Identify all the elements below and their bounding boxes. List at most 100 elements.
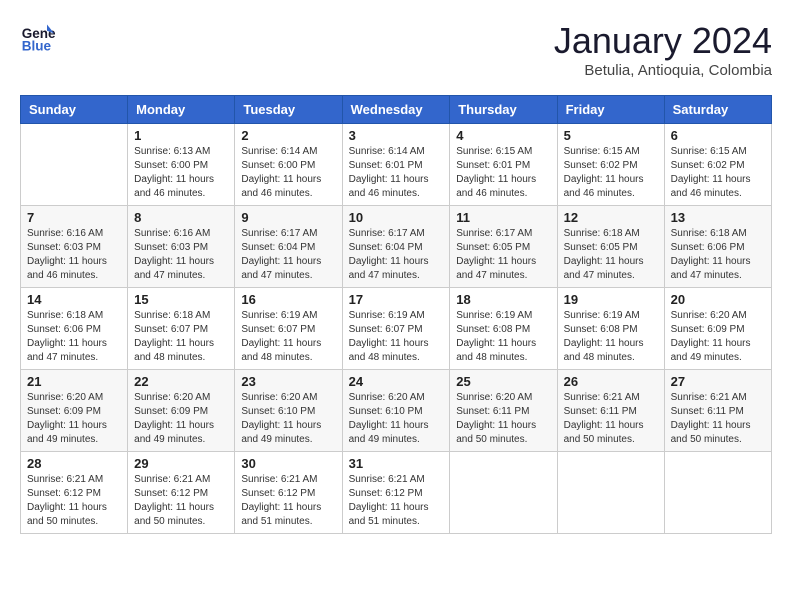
day-info: Sunrise: 6:18 AM Sunset: 6:06 PM Dayligh… — [27, 309, 121, 365]
calendar-day: 27Sunrise: 6:21 AM Sunset: 6:11 PM Dayli… — [664, 370, 771, 452]
svg-text:Blue: Blue — [22, 39, 52, 54]
calendar-day — [21, 124, 128, 206]
day-number: 17 — [349, 292, 444, 307]
calendar-day: 22 Sunrise: 6:20 AM Sunset: 6:09 PM Dayli… — [128, 370, 235, 452]
day-number: 10 — [349, 210, 444, 225]
day-number: 16 — [241, 292, 335, 307]
day-info: Sunrise: 6:18 AM Sunset: 6:06 PM Dayligh… — [671, 227, 765, 283]
day-number: 6 — [671, 128, 765, 143]
calendar-day: 25Sunrise: 6:20 AM Sunset: 6:11 PM Dayli… — [450, 370, 557, 452]
calendar-day: 14 Sunrise: 6:18 AM Sunset: 6:06 PM Dayli… — [21, 288, 128, 370]
calendar-day: 7 Sunrise: 6:16 AM Sunset: 6:03 PM Daylig… — [21, 206, 128, 288]
calendar-day: 19Sunrise: 6:19 AM Sunset: 6:08 PM Dayli… — [557, 288, 664, 370]
day-number: 11 — [456, 210, 550, 225]
calendar-day: 1 Sunrise: 6:13 AM Sunset: 6:00 PM Daylig… — [128, 124, 235, 206]
day-header-wednesday: Wednesday — [342, 96, 450, 124]
day-info: Sunrise: 6:17 AM Sunset: 6:05 PM Dayligh… — [456, 227, 550, 283]
day-number: 30 — [241, 456, 335, 471]
day-number: 31 — [349, 456, 444, 471]
calendar-day: 6 Sunrise: 6:15 AM Sunset: 6:02 PM Daylig… — [664, 124, 771, 206]
calendar-day: 23 Sunrise: 6:20 AM Sunset: 6:10 PM Dayli… — [235, 370, 342, 452]
day-header-friday: Friday — [557, 96, 664, 124]
day-header-sunday: Sunday — [21, 96, 128, 124]
day-info: Sunrise: 6:19 AM Sunset: 6:08 PM Dayligh… — [456, 309, 550, 365]
day-info: Sunrise: 6:15 AM Sunset: 6:02 PM Dayligh… — [671, 145, 765, 201]
day-number: 2 — [241, 128, 335, 143]
day-info: Sunrise: 6:20 AM Sunset: 6:09 PM Dayligh… — [134, 391, 228, 447]
day-number: 13 — [671, 210, 765, 225]
logo-icon: General Blue — [20, 20, 56, 56]
day-number: 8 — [134, 210, 228, 225]
day-header-saturday: Saturday — [664, 96, 771, 124]
day-number: 20 — [671, 292, 765, 307]
calendar-day — [450, 452, 557, 534]
day-number: 15 — [134, 292, 228, 307]
day-number: 21 — [27, 374, 121, 389]
day-info: Sunrise: 6:13 AM Sunset: 6:00 PM Dayligh… — [134, 145, 228, 201]
day-info: Sunrise: 6:20 AM Sunset: 6:11 PM Dayligh… — [456, 391, 550, 447]
day-info: Sunrise: 6:16 AM Sunset: 6:03 PM Dayligh… — [134, 227, 228, 283]
day-number: 26 — [564, 374, 658, 389]
calendar-week-5: 28 Sunrise: 6:21 AM Sunset: 6:12 PM Dayli… — [21, 452, 772, 534]
calendar-day: 4Sunrise: 6:15 AM Sunset: 6:01 PM Daylig… — [450, 124, 557, 206]
day-number: 14 — [27, 292, 121, 307]
calendar-day: 28 Sunrise: 6:21 AM Sunset: 6:12 PM Dayli… — [21, 452, 128, 534]
calendar-day: 20 Sunrise: 6:20 AM Sunset: 6:09 PM Dayli… — [664, 288, 771, 370]
day-info: Sunrise: 6:19 AM Sunset: 6:07 PM Dayligh… — [241, 309, 335, 365]
day-number: 24 — [349, 374, 444, 389]
calendar-day: 29 Sunrise: 6:21 AM Sunset: 6:12 PM Dayli… — [128, 452, 235, 534]
calendar-day: 18 Sunrise: 6:19 AM Sunset: 6:08 PM Dayli… — [450, 288, 557, 370]
calendar-day: 30 Sunrise: 6:21 AM Sunset: 6:12 PM Dayli… — [235, 452, 342, 534]
calendar-day: 2 Sunrise: 6:14 AM Sunset: 6:00 PM Daylig… — [235, 124, 342, 206]
calendar-day: 9Sunrise: 6:17 AM Sunset: 6:04 PM Daylig… — [235, 206, 342, 288]
day-number: 28 — [27, 456, 121, 471]
day-info: Sunrise: 6:16 AM Sunset: 6:03 PM Dayligh… — [27, 227, 121, 283]
day-info: Sunrise: 6:19 AM Sunset: 6:07 PM Dayligh… — [349, 309, 444, 365]
calendar-day: 21 Sunrise: 6:20 AM Sunset: 6:09 PM Dayli… — [21, 370, 128, 452]
day-info: Sunrise: 6:20 AM Sunset: 6:10 PM Dayligh… — [349, 391, 444, 447]
calendar-day — [664, 452, 771, 534]
calendar-week-3: 14 Sunrise: 6:18 AM Sunset: 6:06 PM Dayli… — [21, 288, 772, 370]
day-info: Sunrise: 6:20 AM Sunset: 6:10 PM Dayligh… — [241, 391, 335, 447]
day-info: Sunrise: 6:14 AM Sunset: 6:00 PM Dayligh… — [241, 145, 335, 201]
day-info: Sunrise: 6:15 AM Sunset: 6:02 PM Dayligh… — [564, 145, 658, 201]
calendar-day: 31 Sunrise: 6:21 AM Sunset: 6:12 PM Dayli… — [342, 452, 450, 534]
day-info: Sunrise: 6:17 AM Sunset: 6:04 PM Dayligh… — [349, 227, 444, 283]
calendar-week-1: 1 Sunrise: 6:13 AM Sunset: 6:00 PM Daylig… — [21, 124, 772, 206]
day-header-monday: Monday — [128, 96, 235, 124]
day-info: Sunrise: 6:20 AM Sunset: 6:09 PM Dayligh… — [671, 309, 765, 365]
calendar-day: 13 Sunrise: 6:18 AM Sunset: 6:06 PM Dayli… — [664, 206, 771, 288]
day-info: Sunrise: 6:17 AM Sunset: 6:04 PM Dayligh… — [241, 227, 335, 283]
day-info: Sunrise: 6:21 AM Sunset: 6:12 PM Dayligh… — [241, 473, 335, 529]
day-number: 22 — [134, 374, 228, 389]
calendar-day: 3 Sunrise: 6:14 AM Sunset: 6:01 PM Daylig… — [342, 124, 450, 206]
day-header-tuesday: Tuesday — [235, 96, 342, 124]
calendar-day: 11 Sunrise: 6:17 AM Sunset: 6:05 PM Dayli… — [450, 206, 557, 288]
calendar-header-row: SundayMondayTuesdayWednesdayThursdayFrid… — [21, 96, 772, 124]
day-number: 1 — [134, 128, 228, 143]
day-number: 12 — [564, 210, 658, 225]
calendar-day: 12Sunrise: 6:18 AM Sunset: 6:05 PM Dayli… — [557, 206, 664, 288]
day-info: Sunrise: 6:14 AM Sunset: 6:01 PM Dayligh… — [349, 145, 444, 201]
day-number: 7 — [27, 210, 121, 225]
calendar-day: 16 Sunrise: 6:19 AM Sunset: 6:07 PM Dayli… — [235, 288, 342, 370]
day-number: 29 — [134, 456, 228, 471]
day-number: 18 — [456, 292, 550, 307]
calendar-week-4: 21 Sunrise: 6:20 AM Sunset: 6:09 PM Dayli… — [21, 370, 772, 452]
calendar-day: 10 Sunrise: 6:17 AM Sunset: 6:04 PM Dayli… — [342, 206, 450, 288]
day-number: 5 — [564, 128, 658, 143]
day-info: Sunrise: 6:20 AM Sunset: 6:09 PM Dayligh… — [27, 391, 121, 447]
day-info: Sunrise: 6:21 AM Sunset: 6:12 PM Dayligh… — [134, 473, 228, 529]
calendar-day: 5 Sunrise: 6:15 AM Sunset: 6:02 PM Daylig… — [557, 124, 664, 206]
day-info: Sunrise: 6:21 AM Sunset: 6:12 PM Dayligh… — [27, 473, 121, 529]
location-subtitle: Betulia, Antioquia, Colombia — [554, 62, 772, 79]
calendar-day: 17 Sunrise: 6:19 AM Sunset: 6:07 PM Dayli… — [342, 288, 450, 370]
day-info: Sunrise: 6:18 AM Sunset: 6:07 PM Dayligh… — [134, 309, 228, 365]
day-number: 23 — [241, 374, 335, 389]
page-header: General Blue January 2024 Betulia, Antio… — [20, 20, 772, 79]
day-number: 4 — [456, 128, 550, 143]
day-header-thursday: Thursday — [450, 96, 557, 124]
day-number: 3 — [349, 128, 444, 143]
day-info: Sunrise: 6:21 AM Sunset: 6:12 PM Dayligh… — [349, 473, 444, 529]
calendar-day: 15 Sunrise: 6:18 AM Sunset: 6:07 PM Dayli… — [128, 288, 235, 370]
